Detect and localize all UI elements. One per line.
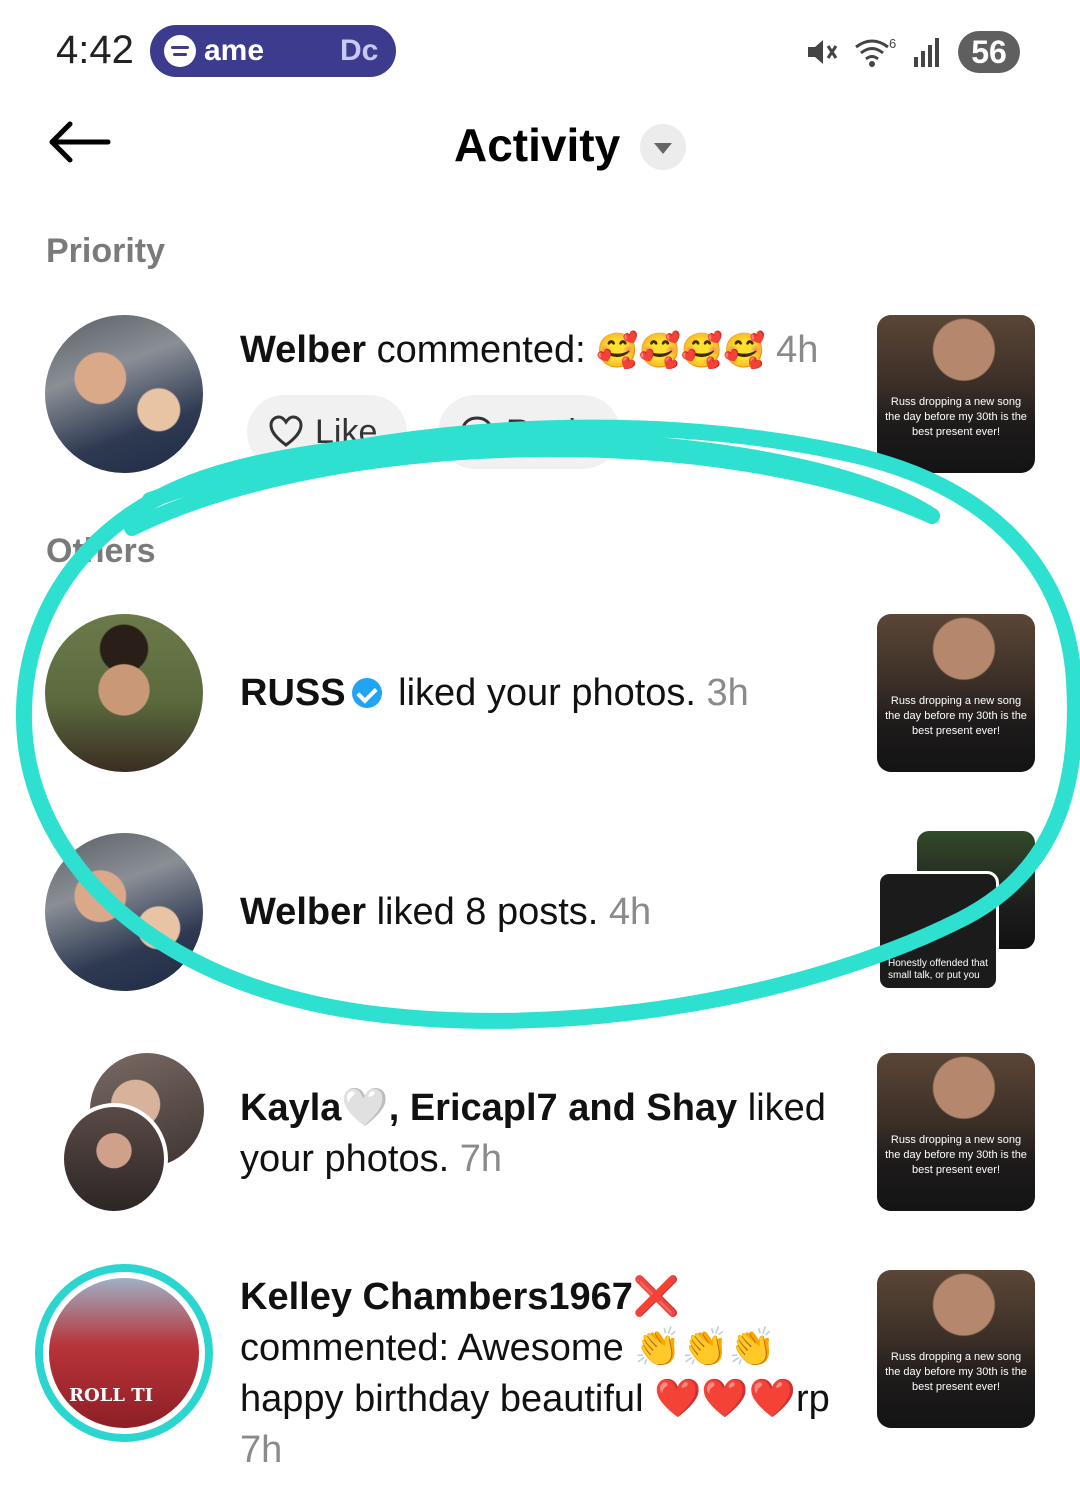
list-item[interactable]: RUSS liked your photos. 3h Russ dropping… bbox=[0, 614, 1080, 774]
user-name[interactable]: Welber bbox=[240, 891, 366, 933]
like-button[interactable]: Like bbox=[247, 395, 407, 469]
list-item[interactable]: Welber commented: 🥰🥰🥰🥰 4h Like Reply Rus… bbox=[0, 315, 1080, 475]
post-thumbnail[interactable]: Russ dropping a new song the day before … bbox=[877, 614, 1035, 772]
signal-icon bbox=[914, 38, 939, 67]
post-thumbnail[interactable]: Russ dropping a new song the day before … bbox=[877, 1270, 1035, 1428]
activity-action: liked 8 posts. bbox=[366, 891, 599, 933]
list-item[interactable]: Welber liked 8 posts. 4h Honestly offend… bbox=[0, 831, 1080, 993]
thumbnail-caption: Russ dropping a new song the day before … bbox=[885, 1351, 1027, 1393]
page-title: Activity bbox=[454, 119, 621, 171]
system-icons: 6 56 bbox=[804, 30, 1020, 74]
stacked-avatars[interactable] bbox=[60, 1053, 210, 1215]
battery-indicator: 56 bbox=[958, 31, 1020, 73]
user-names[interactable]: Kayla🤍, Ericapl7 and Shay bbox=[240, 1087, 737, 1129]
timestamp: 4h bbox=[776, 329, 819, 371]
timestamp: 3h bbox=[706, 672, 749, 714]
avatar[interactable] bbox=[45, 833, 203, 991]
chevron-down-icon[interactable] bbox=[640, 124, 686, 170]
activity-text: Welber commented: 🥰🥰🥰🥰 4h bbox=[240, 325, 818, 377]
post-thumbnail[interactable]: Russ dropping a new song the day before … bbox=[877, 315, 1035, 473]
mute-icon bbox=[808, 40, 838, 64]
status-time: 4:42 bbox=[56, 28, 134, 72]
section-priority: Priority bbox=[46, 232, 166, 270]
svg-text:6: 6 bbox=[889, 36, 896, 51]
verified-icon bbox=[351, 678, 382, 708]
post-thumbnail-front: Honestly offended that small talk, or pu… bbox=[877, 871, 999, 991]
status-bar: 4:42 ame Dc 6 56 bbox=[0, 0, 1080, 100]
avatar-banner-text: ROLL TI bbox=[69, 1385, 154, 1406]
list-item[interactable]: ROLL TI Kelley Chambers1967❌ commented: … bbox=[0, 1262, 1080, 1492]
activity-action-cont: your photos. bbox=[240, 1138, 450, 1180]
reply-button[interactable]: Reply bbox=[438, 395, 620, 469]
avatar-ring-inner: ROLL TI bbox=[43, 1272, 205, 1434]
timestamp: 7h bbox=[459, 1138, 502, 1180]
media-title: ame bbox=[204, 34, 265, 67]
heart-outline-icon bbox=[269, 415, 303, 447]
thumbnail-caption: Russ dropping a new song the day before … bbox=[885, 1134, 1027, 1176]
timestamp: 4h bbox=[608, 891, 652, 933]
user-name[interactable]: RUSS bbox=[240, 672, 346, 714]
comment-line: happy birthday beautiful ❤️❤️❤️rp bbox=[240, 1378, 830, 1420]
activity-action: liked your photos. bbox=[387, 672, 696, 714]
avatar[interactable] bbox=[45, 614, 203, 772]
wifi-icon: 6 bbox=[855, 36, 896, 67]
timestamp: 7h bbox=[240, 1429, 283, 1471]
post-thumbnail[interactable]: Russ dropping a new song the day before … bbox=[877, 1053, 1035, 1211]
user-name[interactable]: Kelley Chambers1967❌ bbox=[240, 1276, 680, 1318]
activity-text: Welber liked 8 posts. 4h bbox=[240, 887, 651, 938]
header: Activity bbox=[0, 100, 1080, 200]
section-others: Others bbox=[46, 532, 156, 570]
activity-text: Kelley Chambers1967❌ commented: Awesome … bbox=[240, 1272, 830, 1476]
like-label: Like bbox=[315, 412, 378, 451]
activity-text: Kayla🤍, Ericapl7 and Shay liked your pho… bbox=[240, 1083, 826, 1185]
media-pill[interactable]: ame Dc bbox=[150, 25, 396, 77]
back-arrow-icon[interactable] bbox=[40, 112, 120, 172]
list-item[interactable]: Kayla🤍, Ericapl7 and Shay liked your pho… bbox=[0, 1053, 1080, 1215]
avatar bbox=[60, 1103, 168, 1215]
activity-action: liked bbox=[737, 1087, 826, 1129]
activity-action: commented: bbox=[366, 329, 597, 371]
multi-post-thumbnail[interactable]: Honestly offended that small talk, or pu… bbox=[877, 831, 1035, 991]
bubble-icon bbox=[461, 416, 493, 448]
spotify-icon bbox=[164, 35, 196, 67]
reply-label: Reply bbox=[506, 412, 593, 451]
avatar: ROLL TI bbox=[49, 1278, 199, 1428]
avatar[interactable] bbox=[45, 315, 203, 473]
comment-emojis: 🥰🥰🥰🥰 bbox=[596, 332, 766, 370]
thumbnail-caption: Russ dropping a new song the day before … bbox=[885, 695, 1027, 737]
user-name[interactable]: Welber bbox=[240, 329, 366, 371]
story-ring-avatar[interactable]: ROLL TI bbox=[35, 1264, 213, 1442]
thumbnail-caption: Russ dropping a new song the day before … bbox=[885, 396, 1027, 438]
thumbnail-caption: Honestly offended that small talk, or pu… bbox=[888, 958, 988, 981]
comment-line: commented: Awesome 👏👏👏 bbox=[240, 1327, 777, 1369]
activity-text: RUSS liked your photos. 3h bbox=[240, 668, 749, 719]
media-subtitle: Dc bbox=[340, 34, 379, 67]
